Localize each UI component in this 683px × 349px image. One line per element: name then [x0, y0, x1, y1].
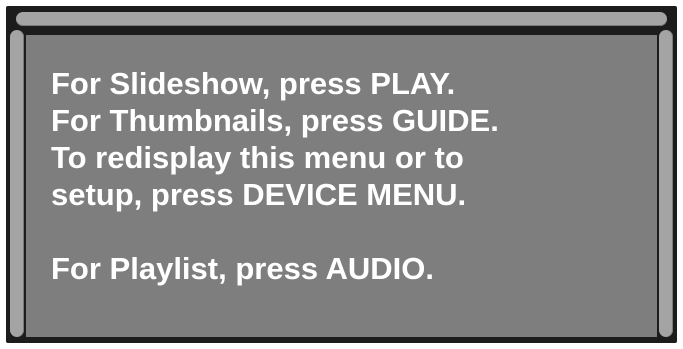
menu-screen: For Slideshow, press PLAY. For Thumbnail…	[6, 6, 677, 343]
setup-instruction: setup, press DEVICE MENU.	[51, 177, 467, 212]
left-bezel	[10, 30, 24, 337]
menu-instructions: For Slideshow, press PLAY. For Thumbnail…	[51, 65, 499, 287]
playlist-instruction: For Playlist, press AUDIO.	[51, 251, 435, 286]
redisplay-instruction: To redisplay this menu or to	[51, 140, 464, 175]
slideshow-instruction: For Slideshow, press PLAY.	[51, 66, 456, 101]
thumbnails-instruction: For Thumbnails, press GUIDE.	[51, 103, 499, 138]
menu-panel: For Slideshow, press PLAY. For Thumbnail…	[26, 35, 657, 337]
top-bezel	[16, 12, 667, 26]
right-bezel	[659, 30, 673, 337]
